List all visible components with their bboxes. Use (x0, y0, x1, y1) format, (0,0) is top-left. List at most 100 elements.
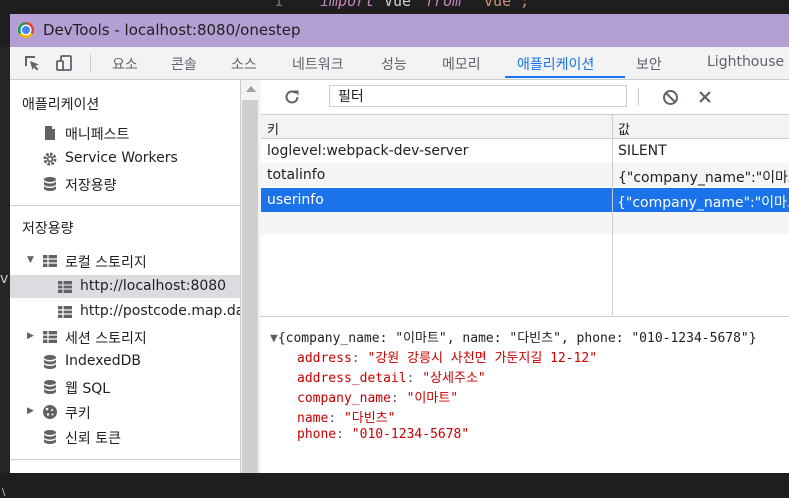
tab-performance[interactable]: 성능 (381, 54, 407, 74)
sidebar-item-label: IndexedDB (65, 353, 141, 369)
active-tab-indicator (505, 76, 625, 78)
cell-value: {"company_name":"이마트"... (617, 195, 789, 211)
sidebar-divider (10, 459, 240, 460)
tab-network[interactable]: 네트워크 (292, 54, 344, 74)
column-header-key[interactable]: 키 (267, 119, 279, 138)
tab-console[interactable]: 콘솔 (171, 54, 197, 74)
cell-key: userinfo (267, 192, 324, 208)
sidebar-item-session-storage[interactable]: ▶ 세션 스토리지 (10, 325, 240, 348)
toolbar-separator (90, 54, 91, 72)
storage-toolbar (261, 80, 789, 115)
table-row-selected[interactable]: userinfo {"company_name":"이마트"... (261, 188, 789, 212)
sidebar-item-local-storage[interactable]: ▼ 로컬 스토리지 (10, 249, 240, 272)
grid-icon (43, 255, 57, 267)
preview-field-value: "010-1234-5678" (351, 427, 470, 442)
sidebar-header-storage: 저장용량 (22, 221, 74, 237)
editor-line-number: 1 (274, 0, 284, 10)
value-preview-pane: ▼{company_name: "이마트", name: "다빈츠", phon… (261, 317, 789, 473)
tab-sources[interactable]: 소스 (231, 54, 257, 74)
sidebar-item-cookies[interactable]: ▶ 쿠키 (10, 400, 240, 423)
clear-all-icon[interactable] (662, 89, 679, 106)
column-header-value[interactable]: 값 (618, 119, 630, 138)
sidebar-item-label: 세션 스토리지 (65, 331, 147, 347)
collapse-triangle-icon[interactable]: ▼ (270, 331, 278, 346)
preview-field: phone: "010-1234-5678" (297, 427, 470, 442)
sidebar-item-manifest[interactable]: 매니페스트 (10, 121, 240, 144)
sidebar-divider (10, 205, 240, 206)
tab-memory[interactable]: 메모리 (442, 54, 481, 74)
cell-value: {"company_name":"이마트"... (618, 170, 789, 186)
sidebar-item-service-workers[interactable]: Service Workers (10, 147, 240, 170)
sidebar-item-indexeddb[interactable]: IndexedDB (10, 350, 240, 373)
sidebar-item-label: 매니페스트 (65, 127, 130, 143)
database-icon (44, 355, 56, 369)
tab-elements[interactable]: 요소 (112, 54, 138, 74)
grid-icon (43, 331, 57, 343)
editor-identifier: Vue (384, 0, 412, 10)
device-toolbar-icon[interactable] (56, 54, 74, 72)
devtools-window: DevTools - localhost:8080/onestep 요소 콘솔 … (10, 14, 789, 473)
filter-input[interactable] (329, 85, 627, 107)
expand-triangle-down-icon[interactable]: ▼ (27, 255, 34, 265)
sidebar-header-application: 애플리케이션 (22, 97, 100, 113)
sidebar-item-label: 쿠키 (65, 406, 91, 422)
preview-field-key: address (297, 351, 352, 366)
preview-field: address: "강원 강릉시 사천면 가둔지길 12-12" (297, 351, 598, 366)
preview-field-value: "다빈츠" (343, 411, 396, 426)
cell-key: totalinfo (267, 167, 326, 183)
sidebar-item-label: http://localhost:8080 (80, 278, 227, 294)
preview-field-key: address_detail (297, 371, 407, 386)
preview-field-value: "이마트" (406, 391, 459, 406)
sidebar-item-label: 로컬 스토리지 (65, 255, 147, 271)
tab-security[interactable]: 보안 (636, 54, 662, 74)
delete-selected-icon[interactable] (698, 90, 712, 104)
scroll-up-arrow-icon[interactable] (246, 86, 256, 92)
preview-summary: {company_name: "이마트", name: "다빈츠", phone… (277, 331, 757, 346)
column-divider[interactable] (612, 115, 613, 315)
editor-keyword-from: from (425, 0, 462, 10)
gear-icon (43, 152, 57, 166)
tab-lighthouse[interactable]: Lighthouse (707, 54, 784, 70)
application-sidebar: 애플리케이션 매니페스트 Service Workers 저장용량 저장용량 ▼ (10, 80, 294, 473)
local-storage-panel: 키 값 loglevel:webpack-dev-server SILENT t… (261, 80, 789, 473)
window-title: DevTools - localhost:8080/onestep (43, 21, 301, 39)
editor-side-glyph: v (0, 271, 9, 287)
storage-table: 키 값 loglevel:webpack-dev-server SILENT t… (261, 115, 789, 317)
table-row[interactable]: totalinfo {"company_name":"이마트"... (261, 163, 789, 187)
editor-side-strip: v \ (0, 47, 10, 498)
table-header: 키 값 (261, 115, 789, 139)
preview-field-value: "강원 강릉시 사천면 가둔지길 12-12" (367, 351, 598, 366)
preview-field-key: phone (297, 427, 337, 442)
sidebar-item-label: Service Workers (65, 150, 178, 166)
sidebar-item-trust-tokens[interactable]: 신뢰 토큰 (10, 425, 240, 448)
sidebar-item-label: 저장용량 (65, 178, 117, 194)
sidebar-item-local-storage-origin-localhost[interactable]: http://localhost:8080 (10, 275, 240, 298)
editor-keyword-import: import (320, 0, 375, 10)
editor-side-glyph-bottom: \ (2, 487, 6, 498)
preview-summary-line[interactable]: ▼{company_name: "이마트", name: "다빈츠", phon… (270, 327, 757, 346)
grid-icon (58, 306, 72, 318)
table-row[interactable]: loglevel:webpack-dev-server SILENT (261, 139, 789, 163)
sidebar-item-label: 웹 SQL (65, 381, 111, 397)
grid-icon (58, 281, 72, 293)
refresh-icon[interactable] (283, 88, 301, 106)
database-icon (44, 177, 56, 191)
sidebar-scrollbar[interactable] (240, 80, 261, 473)
cookie-icon (43, 405, 57, 419)
inspect-element-icon[interactable] (23, 54, 41, 72)
expand-triangle-right-icon[interactable]: ▶ (27, 406, 34, 416)
table-row-empty (261, 212, 789, 234)
expand-triangle-right-icon[interactable]: ▶ (27, 331, 34, 341)
sidebar-item-local-storage-origin-postcode[interactable]: http://postcode.map.daum.net (10, 300, 294, 323)
sidebar-item-storage[interactable]: 저장용량 (10, 172, 240, 195)
database-icon (44, 380, 56, 394)
title-bar[interactable]: DevTools - localhost:8080/onestep (10, 14, 789, 47)
cell-key: loglevel:webpack-dev-server (267, 143, 469, 159)
scrollbar-thumb[interactable] (242, 100, 258, 473)
preview-field-value: "상세주소" (422, 371, 486, 386)
preview-field-key: name (297, 411, 329, 426)
sidebar-item-web-sql[interactable]: 웹 SQL (10, 375, 240, 398)
toolbar-separator (638, 88, 639, 106)
cell-value: SILENT (618, 143, 667, 159)
tab-application[interactable]: 애플리케이션 (517, 54, 594, 74)
